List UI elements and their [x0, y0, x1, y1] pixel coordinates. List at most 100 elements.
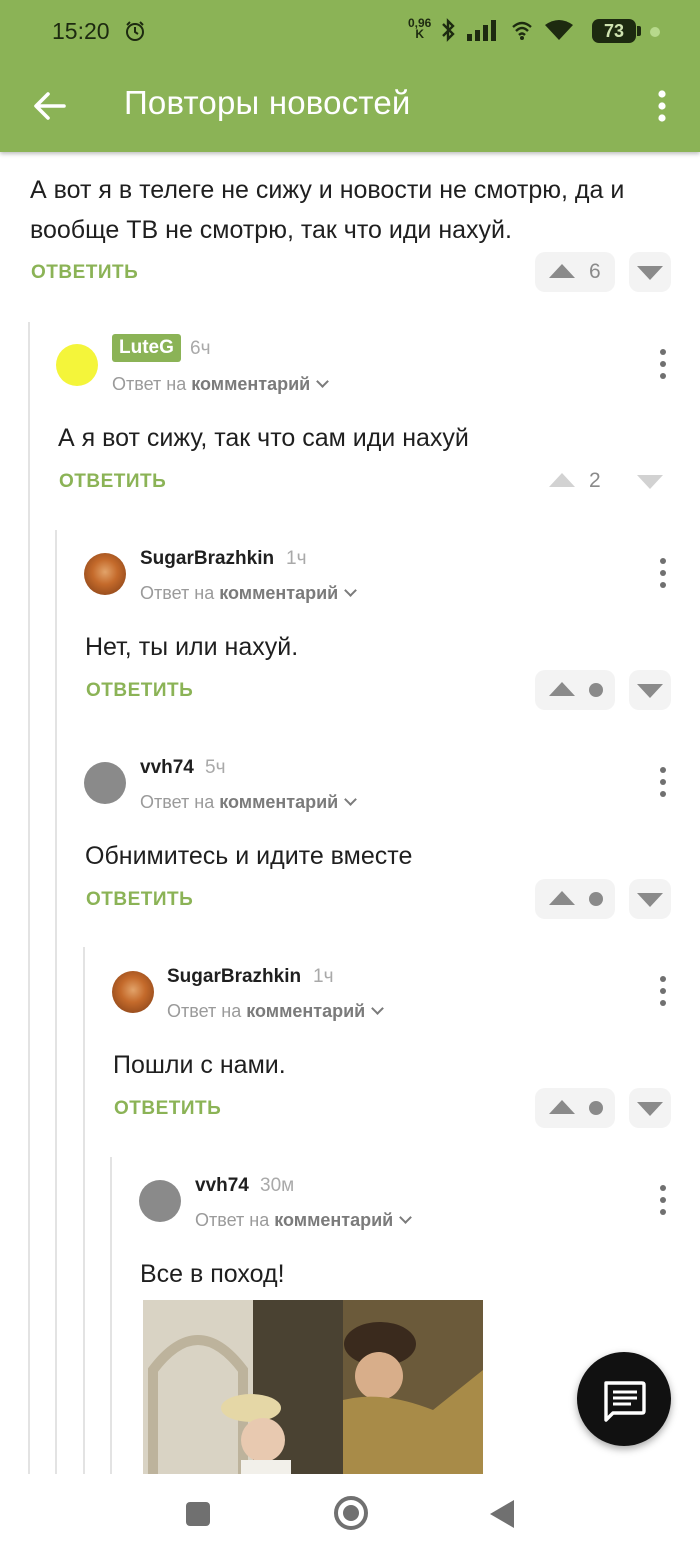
comment-time: 6ч [190, 338, 211, 359]
back-arrow-icon[interactable] [30, 86, 70, 126]
downvote-icon [637, 684, 663, 698]
avatar[interactable] [84, 553, 126, 595]
upvote-icon [549, 1100, 575, 1114]
new-comment-button[interactable] [577, 1352, 671, 1446]
image-content [143, 1300, 483, 1474]
reply-button[interactable]: ОТВЕТИТЬ [86, 889, 193, 911]
upvote-button[interactable] [535, 879, 615, 919]
comment-text: Все в поход! [140, 1260, 285, 1288]
upvote-button[interactable]: 6 [535, 252, 615, 292]
thread-line [28, 322, 30, 1474]
app-bar: 15:20 0,96 K 73 Повторы новостей [0, 0, 700, 152]
comment-time: 1ч [313, 966, 334, 987]
reply-to-target: комментарий [219, 583, 339, 603]
downvote-button[interactable] [629, 879, 671, 919]
bluetooth-icon [442, 18, 455, 42]
chevron-down-icon [344, 793, 358, 806]
thread-line [55, 530, 57, 1474]
recents-icon[interactable] [186, 1502, 210, 1526]
downvote-button[interactable] [629, 461, 671, 501]
upvote-icon [549, 264, 575, 278]
author-name[interactable]: vvh74 [140, 757, 194, 779]
comments-feed[interactable]: А вот я в телеге не сижу и новости не см… [0, 152, 700, 1474]
author-name[interactable]: SugarBrazhkin [167, 966, 301, 988]
comment-text: Нет, ты или нахуй. [85, 633, 299, 661]
rating-count: 2 [589, 469, 601, 492]
comment-menu-icon[interactable] [659, 558, 667, 588]
downvote-button[interactable] [629, 670, 671, 710]
signal-icon [467, 20, 496, 41]
downvote-icon [637, 1102, 663, 1116]
reply-to-prefix: Ответ на [140, 583, 215, 603]
more-options-icon[interactable] [650, 86, 674, 126]
status-time: 15:20 [52, 18, 110, 44]
page-title: Повторы новостей [124, 84, 411, 121]
reply-to-link[interactable]: Ответ на комментарий [112, 374, 330, 395]
reply-to-link[interactable]: Ответ на комментарий [140, 583, 358, 604]
comment-menu-icon[interactable] [659, 349, 667, 379]
reply-to-link[interactable]: Ответ на комментарий [140, 792, 358, 813]
reply-button[interactable]: ОТВЕТИТЬ [31, 262, 138, 284]
reply-to-prefix: Ответ на [112, 374, 187, 394]
reply-to-prefix: Ответ на [195, 1210, 270, 1230]
rating-hidden-dot [589, 892, 603, 906]
author-name[interactable]: LuteG [112, 334, 181, 362]
upvote-icon [549, 473, 575, 487]
reply-to-target: комментарий [274, 1210, 394, 1230]
downvote-icon [637, 475, 663, 489]
reply-button[interactable]: ОТВЕТИТЬ [114, 1098, 221, 1120]
system-nav-bar [0, 1474, 700, 1556]
network-speed: 0,96 K [408, 17, 431, 41]
avatar[interactable] [139, 1180, 181, 1222]
avatar[interactable] [56, 344, 98, 386]
rating-hidden-dot [589, 1101, 603, 1115]
privacy-dot-icon [650, 27, 660, 37]
network-speed-unit: K [415, 27, 425, 41]
downvote-icon [637, 893, 663, 907]
rating-hidden-dot [589, 683, 603, 697]
upvote-button[interactable]: 2 [535, 461, 615, 501]
reply-to-link[interactable]: Ответ на комментарий [167, 1001, 385, 1022]
reply-to-target: комментарий [219, 792, 339, 812]
home-icon[interactable] [334, 1496, 368, 1530]
battery-indicator: 73 [592, 19, 641, 43]
avatar[interactable] [84, 762, 126, 804]
comment-menu-icon[interactable] [659, 976, 667, 1006]
reply-to-prefix: Ответ на [167, 1001, 242, 1021]
reply-to-target: комментарий [246, 1001, 366, 1021]
comment-menu-icon[interactable] [659, 1185, 667, 1215]
comment-image[interactable] [143, 1300, 483, 1474]
comment-time: 5ч [205, 757, 226, 778]
chevron-down-icon [316, 375, 330, 388]
wifi-icon [545, 20, 573, 40]
author-name[interactable]: vvh74 [195, 1175, 249, 1197]
nav-back-icon[interactable] [490, 1500, 514, 1528]
reply-button[interactable]: ОТВЕТИТЬ [86, 680, 193, 702]
status-bar: 15:20 0,96 K 73 [0, 0, 700, 64]
avatar[interactable] [112, 971, 154, 1013]
thread-line [110, 1157, 112, 1474]
chevron-down-icon [344, 584, 358, 597]
chevron-down-icon [399, 1211, 413, 1224]
comment-menu-icon[interactable] [659, 767, 667, 797]
upvote-button[interactable] [535, 670, 615, 710]
downvote-button[interactable] [629, 252, 671, 292]
reply-to-target: комментарий [191, 374, 311, 394]
upvote-button[interactable] [535, 1088, 615, 1128]
comment-text: А вот я в телеге не сижу и новости не см… [30, 176, 625, 244]
downvote-icon [637, 266, 663, 280]
rating-count: 6 [589, 260, 601, 283]
author-name[interactable]: SugarBrazhkin [140, 548, 274, 570]
downvote-button[interactable] [629, 1088, 671, 1128]
reply-to-prefix: Ответ на [140, 792, 215, 812]
reply-button[interactable]: ОТВЕТИТЬ [59, 471, 166, 493]
comment-text: А я вот сижу, так что сам иди нахуй [58, 424, 469, 452]
chevron-down-icon [371, 1002, 385, 1015]
upvote-icon [549, 891, 575, 905]
comment-time: 30м [260, 1175, 295, 1196]
alarm-icon [126, 21, 144, 41]
comment-text: Обнимитесь и идите вместе [85, 842, 413, 870]
thread-line [83, 947, 85, 1474]
hotspot-icon [512, 21, 532, 40]
reply-to-link[interactable]: Ответ на комментарий [195, 1210, 413, 1231]
